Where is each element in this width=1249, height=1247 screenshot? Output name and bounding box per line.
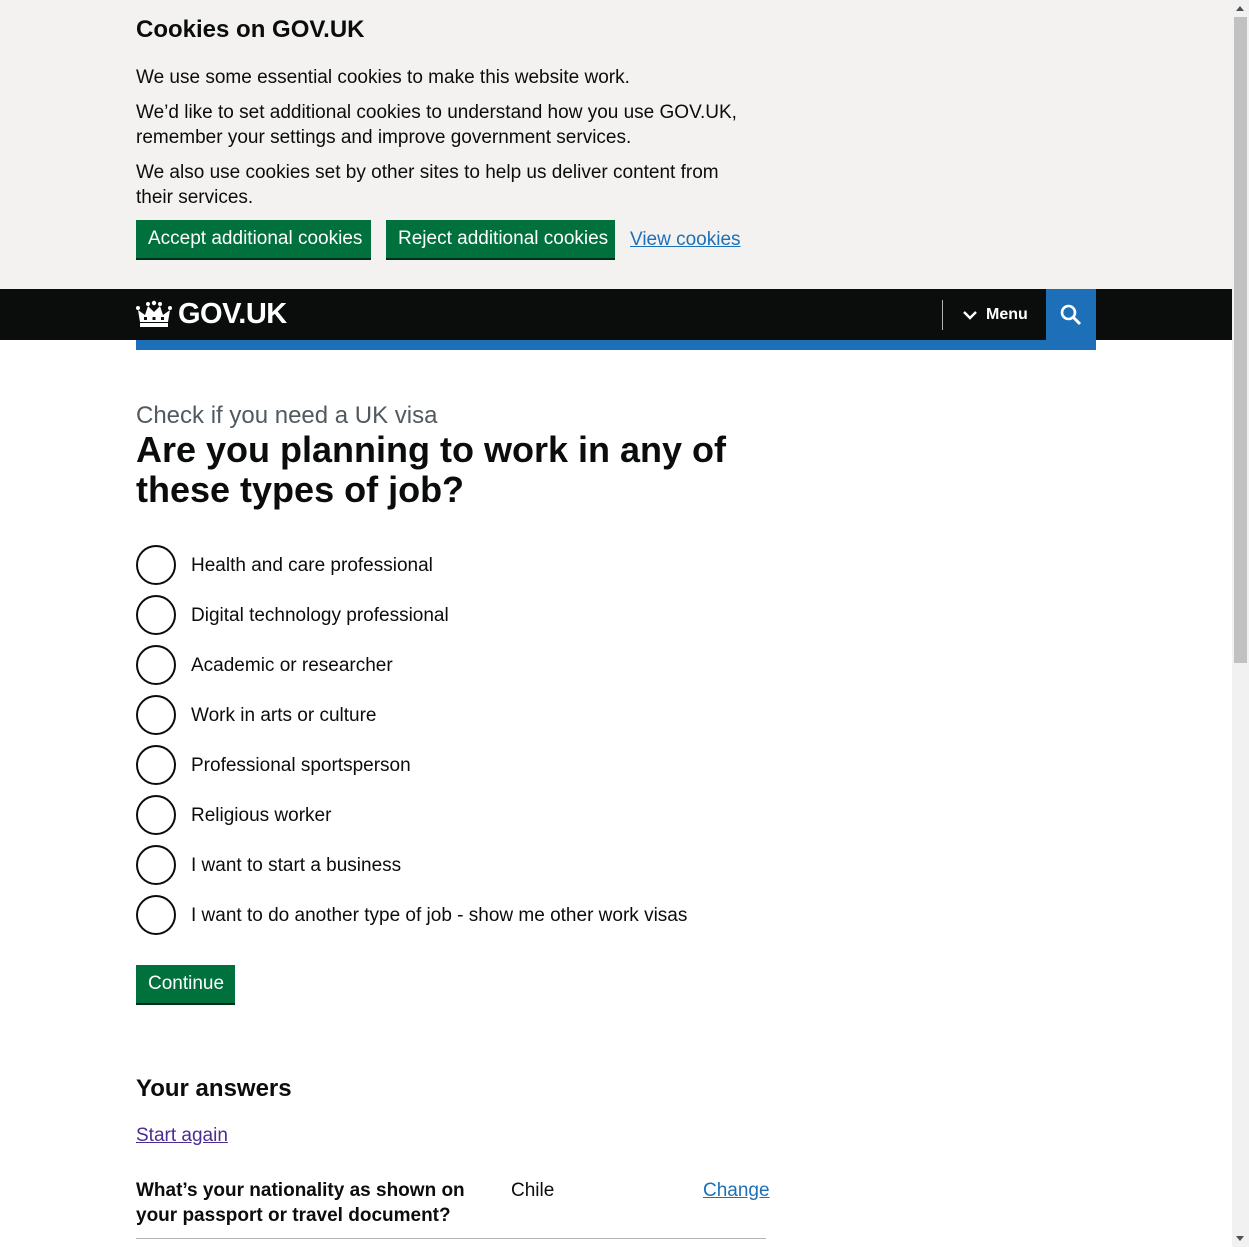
change-nationality-link[interactable]: Change	[703, 1178, 770, 1203]
radio-input[interactable]	[136, 795, 176, 835]
cookie-paragraph-third-party: We also use cookies set by other sites t…	[136, 162, 719, 208]
radio-label: Health and care professional	[191, 554, 433, 576]
radio-option-academic[interactable]: Academic or researcher	[136, 645, 756, 685]
radio-label: I want to do another type of job - show …	[191, 904, 688, 926]
cookie-banner-title: Cookies on GOV.UK	[136, 16, 365, 43]
cookie-banner: Cookies on GOV.UK We use some essential …	[0, 0, 1232, 289]
govuk-logo-link[interactable]: GOV.UK	[136, 297, 287, 331]
radio-option-sportsperson[interactable]: Professional sportsperson	[136, 745, 756, 785]
crown-icon	[136, 300, 172, 327]
radio-option-start-business[interactable]: I want to start a business	[136, 845, 756, 885]
cookie-paragraph-additional: We’d like to set additional cookies to u…	[136, 102, 737, 148]
radio-label: Professional sportsperson	[191, 754, 411, 776]
view-cookies-link[interactable]: View cookies	[630, 227, 741, 252]
question-caption: Check if you need a UK visa	[136, 402, 438, 429]
summary-value: Chile	[511, 1180, 555, 1201]
radio-option-digital-technology[interactable]: Digital technology professional	[136, 595, 756, 635]
radio-input[interactable]	[136, 895, 176, 935]
header-blue-bar	[136, 340, 1096, 350]
menu-button[interactable]: Menu	[962, 301, 1028, 329]
menu-label: Menu	[986, 306, 1028, 323]
search-button[interactable]	[1046, 289, 1096, 340]
logo-text: GOV.UK	[178, 298, 287, 330]
radio-option-arts-culture[interactable]: Work in arts or culture	[136, 695, 756, 735]
summary-key: What’s your nationality as shown on your…	[136, 1180, 465, 1226]
summary-row: What’s your nationality as shown on your…	[136, 1178, 770, 1239]
question-title: Are you planning to work in any of these…	[136, 429, 727, 510]
radio-input[interactable]	[136, 645, 176, 685]
your-answers-heading: Your answers	[136, 1075, 292, 1102]
radio-input[interactable]	[136, 695, 176, 735]
search-icon	[1060, 304, 1082, 325]
radio-label: Digital technology professional	[191, 604, 449, 626]
radio-label: Work in arts or culture	[191, 704, 377, 726]
radio-input[interactable]	[136, 845, 176, 885]
start-again-link[interactable]: Start again	[136, 1123, 228, 1148]
vertical-scrollbar[interactable]	[1232, 0, 1249, 1247]
cookie-paragraph-essential: We use some essential cookies to make th…	[136, 67, 630, 88]
scrollbar-thumb[interactable]	[1234, 17, 1247, 663]
scroll-down-arrow-icon[interactable]	[1236, 1236, 1244, 1241]
reject-cookies-button[interactable]: Reject additional cookies	[386, 220, 615, 258]
site-header: GOV.UK Menu	[0, 289, 1232, 340]
header-divider	[942, 300, 943, 330]
radio-option-religious-worker[interactable]: Religious worker	[136, 795, 756, 835]
radio-label: Academic or researcher	[191, 654, 393, 676]
radio-option-other-job[interactable]: I want to do another type of job - show …	[136, 895, 756, 935]
chevron-down-icon	[963, 311, 977, 320]
radio-input[interactable]	[136, 595, 176, 635]
radio-label: Religious worker	[191, 804, 332, 826]
radio-input[interactable]	[136, 745, 176, 785]
radio-label: I want to start a business	[191, 854, 402, 876]
scroll-up-arrow-icon[interactable]	[1236, 6, 1244, 11]
radio-input[interactable]	[136, 545, 176, 585]
accept-cookies-button[interactable]: Accept additional cookies	[136, 220, 371, 258]
continue-button[interactable]: Continue	[136, 965, 235, 1003]
radio-option-health-care[interactable]: Health and care professional	[136, 545, 756, 585]
